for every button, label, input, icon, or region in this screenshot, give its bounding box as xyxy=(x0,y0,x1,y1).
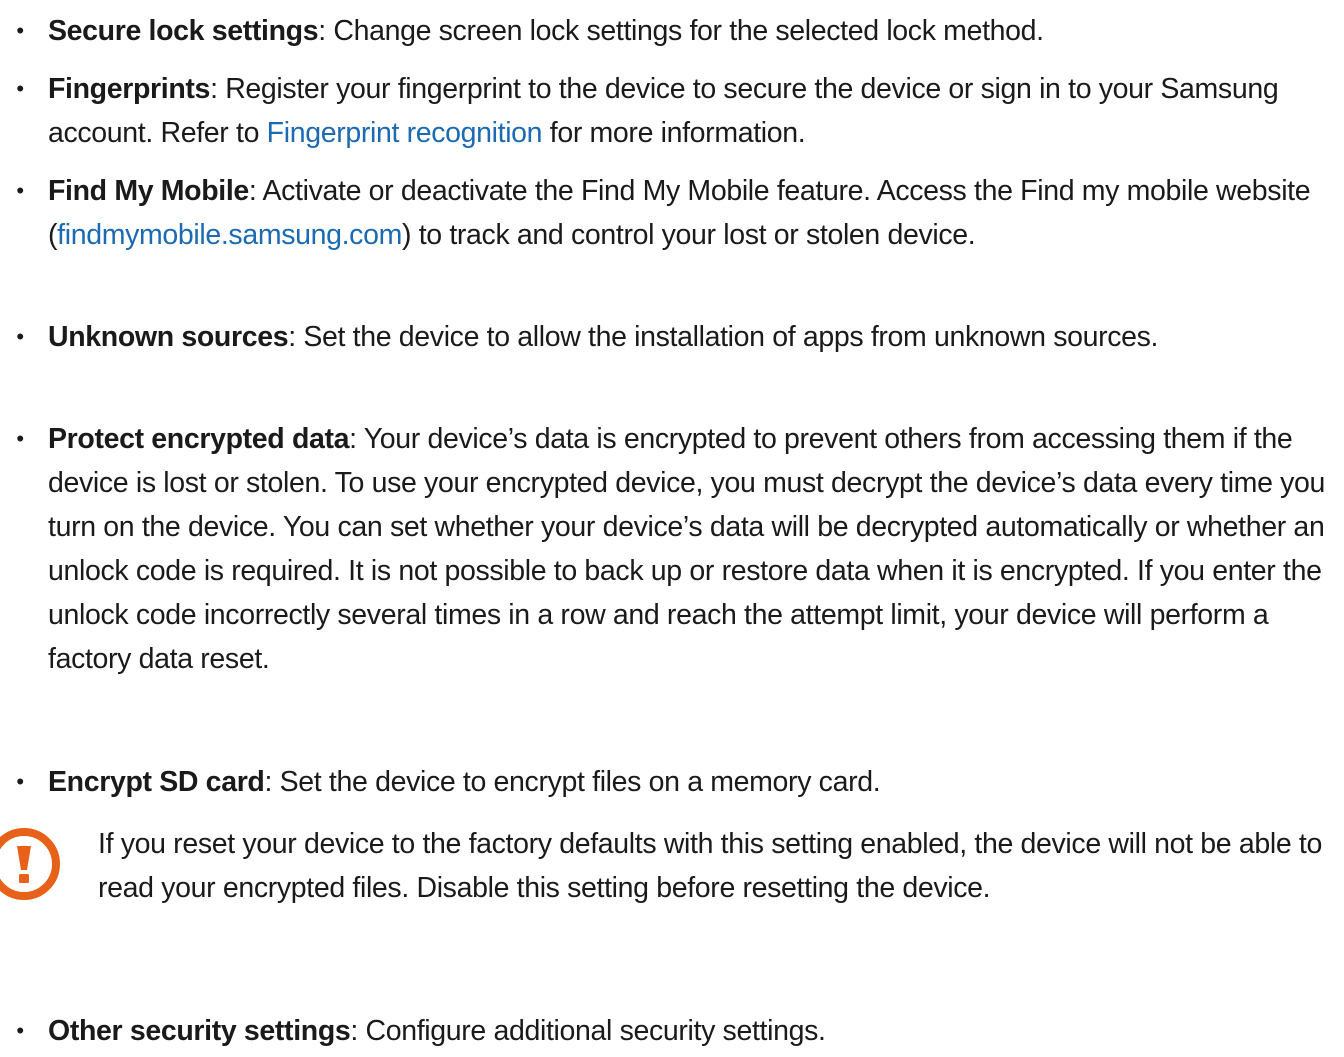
document-page: • Secure lock settings: Change screen lo… xyxy=(0,0,1344,1057)
description-fingerprints-end: for more information. xyxy=(542,117,806,149)
description-other-security-settings: : Configure additional security settings… xyxy=(350,1015,826,1047)
term-fingerprints: Fingerprints xyxy=(48,73,211,105)
caution-note: If you reset your device to the factory … xyxy=(98,828,1322,904)
fingerprint-recognition-link[interactable]: Fingerprint recognition xyxy=(267,117,543,149)
bullet-marker: • xyxy=(16,18,24,43)
findmymobile-website-link[interactable]: findmymobile.samsung.com xyxy=(57,219,402,251)
list-item-other-security-settings: • Other security settings: Configure add… xyxy=(16,1009,1334,1053)
list-item-encrypt-sd-card: • Encrypt SD card: Set the device to enc… xyxy=(16,760,1334,804)
list-item-protect-encrypted-data: • Protect encrypted data: Your device’s … xyxy=(16,417,1334,681)
caution-icon xyxy=(0,826,62,902)
list-item-secure-lock-settings: • Secure lock settings: Change screen lo… xyxy=(16,9,1334,53)
term-find-my-mobile: Find My Mobile xyxy=(48,175,249,207)
bullet-marker: • xyxy=(16,769,24,794)
term-encrypt-sd-card: Encrypt SD card xyxy=(48,766,265,798)
bullet-marker: • xyxy=(16,426,24,451)
list-item-find-my-mobile: • Find My Mobile: Activate or deactivate… xyxy=(16,169,1334,257)
bullet-marker: • xyxy=(16,1018,24,1043)
bullet-marker: • xyxy=(16,324,24,349)
bullet-marker: • xyxy=(16,76,24,101)
list-item-unknown-sources: • Unknown sources: Set the device to all… xyxy=(16,315,1334,359)
term-protect-encrypted-data: Protect encrypted data xyxy=(48,423,350,455)
term-unknown-sources: Unknown sources xyxy=(48,321,289,353)
description-unknown-sources: : Set the device to allow the installati… xyxy=(288,321,1159,353)
description-find-my-mobile-end: ) to track and control your lost or stol… xyxy=(401,219,976,251)
description-secure-lock-settings: : Change screen lock settings for the se… xyxy=(318,15,1044,47)
term-secure-lock-settings: Secure lock settings xyxy=(48,15,319,47)
description-encrypt-sd-card: : Set the device to encrypt files on a m… xyxy=(264,766,881,798)
term-other-security-settings: Other security settings xyxy=(48,1015,351,1047)
list-item-fingerprints: • Fingerprints: Register your fingerprin… xyxy=(16,67,1334,155)
description-protect-encrypted-data: : Your device’s data is encrypted to pre… xyxy=(48,423,1326,675)
bullet-marker: • xyxy=(16,178,24,203)
